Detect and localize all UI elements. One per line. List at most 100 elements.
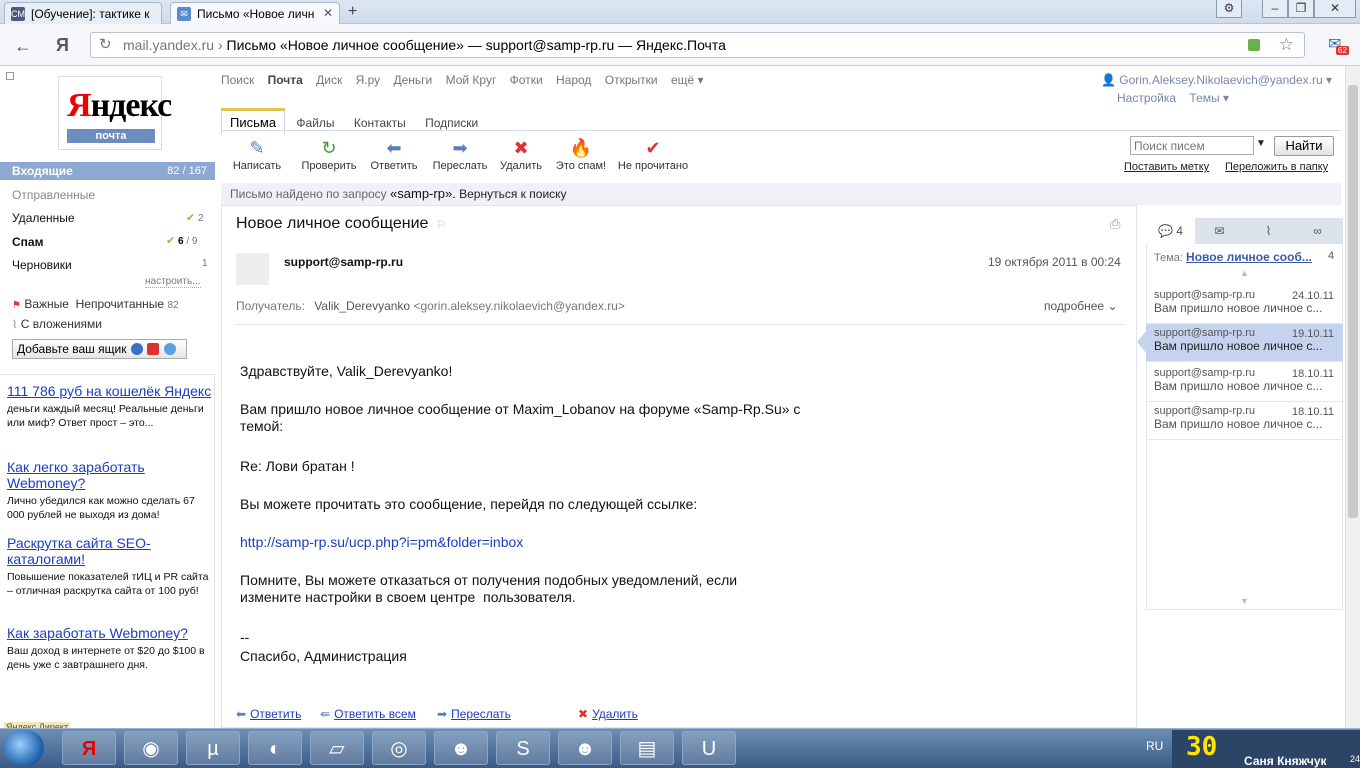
new-tab-button[interactable]: + bbox=[348, 3, 357, 21]
account-menu[interactable]: 👤 Gorin.Aleksey.Nikolaevich@yandex.ru ▾ bbox=[1101, 73, 1332, 87]
details-link[interactable]: подробнее ⌄ bbox=[1044, 299, 1118, 313]
find-button[interactable]: Найти bbox=[1274, 136, 1334, 156]
clean-icon[interactable]: ✔ bbox=[186, 212, 195, 224]
ad-text: Повышение показателей тИЦ и PR сайта – о… bbox=[7, 571, 209, 597]
nav-fotki[interactable]: Фотки bbox=[510, 73, 543, 87]
disc-taskbar-icon[interactable]: ◎ bbox=[372, 731, 426, 765]
add-mailbox-button[interactable]: Добавьте ваш ящик bbox=[12, 339, 187, 359]
nav-money[interactable]: Деньги bbox=[393, 73, 432, 87]
folder-drafts[interactable]: Черновики bbox=[12, 258, 72, 272]
nav-mail[interactable]: Почта bbox=[268, 73, 303, 87]
label-unread[interactable]: Непрочитанные bbox=[76, 297, 164, 311]
move-to-folder-link[interactable]: Переложить в папку bbox=[1225, 161, 1328, 173]
flag-icon: ⚑ bbox=[12, 300, 21, 311]
tab-sender-mail[interactable]: ✉ bbox=[1195, 218, 1244, 244]
label-link[interactable]: Поставить метку bbox=[1124, 161, 1209, 173]
nav-yaru[interactable]: Я.ру bbox=[356, 73, 381, 87]
yandex-logo[interactable]: Яндекс почта bbox=[58, 76, 172, 150]
close-window-button[interactable]: ✕ bbox=[1314, 0, 1356, 18]
search-input[interactable] bbox=[1130, 136, 1254, 155]
nav-disk[interactable]: Диск bbox=[316, 73, 342, 87]
topic-count: 4 bbox=[1328, 250, 1335, 262]
compose-button[interactable]: ✎ Написать bbox=[224, 138, 290, 172]
game-taskbar-icon[interactable]: ☻ bbox=[434, 731, 488, 765]
notepad-taskbar-icon[interactable]: ▱ bbox=[310, 731, 364, 765]
browser-tab-training[interactable]: СМ [Обучение]: тактике к bbox=[4, 2, 162, 24]
nav-search[interactable]: Поиск bbox=[221, 73, 254, 87]
reply-icon: ⬅ bbox=[236, 707, 247, 721]
mail-extension-icon[interactable]: ✉ 62 bbox=[1328, 34, 1350, 56]
account-email[interactable]: Gorin.Aleksey.Nikolaevich@yandex.ru ▾ bbox=[1119, 73, 1332, 87]
themes-link[interactable]: Темы ▾ bbox=[1189, 91, 1229, 105]
chrome-taskbar-icon[interactable]: ◉ bbox=[124, 731, 178, 765]
reply-all-action[interactable]: ⇚ Ответить всем bbox=[320, 707, 416, 721]
uplay-taskbar-icon[interactable]: U bbox=[682, 731, 736, 765]
minimize-button[interactable]: – bbox=[1262, 0, 1288, 18]
scrollbar-thumb[interactable] bbox=[1348, 85, 1358, 518]
ad-title[interactable]: Раскрутка сайта SEO-каталогами! bbox=[7, 535, 212, 567]
check-button[interactable]: ↻ Проверить bbox=[296, 138, 362, 172]
browser-tab-mail[interactable]: ✉ Письмо «Новое личн ✕ bbox=[170, 2, 340, 24]
bookmark-star-icon[interactable]: ☆ bbox=[1279, 33, 1294, 57]
nav-more[interactable]: ещё ▾ bbox=[671, 73, 704, 87]
delete-button[interactable]: ✖ Удалить bbox=[488, 138, 554, 172]
yandex-browser-icon[interactable]: Я bbox=[56, 35, 69, 56]
thread-item-selected[interactable]: support@samp-rp.ru 19.10.11 Вам пришло н… bbox=[1146, 324, 1343, 362]
folder-sent[interactable]: Отправленные bbox=[12, 188, 95, 202]
search-dropdown-icon[interactable]: ▼ bbox=[1256, 138, 1266, 149]
sender-address[interactable]: support@samp-rp.ru bbox=[284, 255, 403, 269]
nav-cards[interactable]: Открытки bbox=[605, 73, 658, 87]
thread-item[interactable]: support@samp-rp.ru 18.10.11 Вам пришло н… bbox=[1146, 402, 1343, 440]
start-button[interactable] bbox=[4, 730, 44, 766]
reply-button[interactable]: ⬅ Ответить bbox=[361, 138, 427, 172]
tab-attachments[interactable]: ⌇ bbox=[1244, 218, 1293, 244]
label-attachments[interactable]: С вложениями bbox=[21, 317, 102, 331]
folder-spam[interactable]: Спам bbox=[12, 235, 43, 249]
settings-link[interactable]: Настройка bbox=[1117, 91, 1176, 105]
scroll-down-icon[interactable]: ▼ bbox=[1240, 596, 1249, 606]
message-link[interactable]: http://samp-rp.su/ucp.php?i=pm&folder=in… bbox=[240, 534, 523, 550]
scroll-up-icon[interactable]: ▲ bbox=[1240, 268, 1249, 278]
print-icon[interactable]: ⎙ bbox=[1110, 216, 1120, 232]
reload-icon[interactable]: ↻ bbox=[99, 33, 112, 57]
thread-item[interactable]: support@samp-rp.ru 24.10.11 Вам пришло н… bbox=[1146, 286, 1343, 324]
collapse-toggle[interactable] bbox=[6, 72, 14, 80]
forward-button[interactable]: ➡ Переслать bbox=[427, 138, 493, 172]
language-indicator[interactable]: RU bbox=[1146, 739, 1163, 753]
tab-thread[interactable]: 💬 4 bbox=[1146, 218, 1195, 244]
reply-action[interactable]: ⬅ Ответить bbox=[236, 707, 301, 721]
settings-icon[interactable]: ⚙ bbox=[1216, 0, 1242, 18]
back-to-search-link[interactable]: Вернуться к поиску bbox=[459, 187, 566, 201]
mail-icon: ✉ bbox=[177, 7, 191, 21]
flag-icon[interactable]: ⚐ bbox=[436, 219, 446, 231]
tab-links[interactable]: ∞ bbox=[1293, 218, 1342, 244]
forward-action[interactable]: ➡ Переслать bbox=[437, 707, 511, 721]
spam-button[interactable]: 🔥 Это спам! bbox=[548, 138, 614, 172]
thread-item[interactable]: support@samp-rp.ru 18.10.11 Вам пришло н… bbox=[1146, 364, 1343, 402]
game2-taskbar-icon[interactable]: ☻ bbox=[558, 731, 612, 765]
folder-inbox[interactable]: Входящие 82 / 167 bbox=[0, 162, 215, 180]
restore-button[interactable]: ❐ bbox=[1288, 0, 1314, 18]
app-taskbar-icon[interactable]: ◐ bbox=[248, 731, 302, 765]
setup-folders-link[interactable]: настроить... bbox=[145, 276, 201, 288]
winrar-taskbar-icon[interactable]: ▤ bbox=[620, 731, 674, 765]
nav-moikrug[interactable]: Мой Круг bbox=[446, 73, 497, 87]
unread-button[interactable]: ✔ Не прочитано bbox=[617, 138, 689, 172]
body-line4: Помните, Вы можете отказаться от получен… bbox=[240, 572, 738, 605]
recipient-name[interactable]: Valik_Derevyanko bbox=[314, 299, 410, 313]
utorrent-taskbar-icon[interactable]: µ bbox=[186, 731, 240, 765]
ad-title[interactable]: 111 786 руб на кошелёк Яндекс bbox=[7, 383, 212, 399]
ad-title[interactable]: Как легко заработать Webmoney? bbox=[7, 459, 212, 491]
skype-taskbar-icon[interactable]: S bbox=[496, 731, 550, 765]
folder-deleted[interactable]: Удаленные bbox=[12, 211, 75, 225]
ad-title[interactable]: Как заработать Webmoney? bbox=[7, 625, 212, 641]
delete-action[interactable]: ✖ Удалить bbox=[578, 707, 638, 721]
close-tab-icon[interactable]: ✕ bbox=[323, 6, 333, 20]
yandex-browser-taskbar-icon[interactable]: Я bbox=[62, 731, 116, 765]
clean-icon[interactable]: ✔ bbox=[166, 235, 175, 247]
label-important[interactable]: Важные bbox=[24, 297, 69, 311]
topic-value[interactable]: Новое личное сооб... bbox=[1186, 250, 1312, 264]
url-bar[interactable]: ↻ mail.yandex.ru › Письмо «Новое личное … bbox=[90, 32, 1305, 58]
back-icon[interactable]: ← bbox=[14, 36, 32, 57]
nav-narod[interactable]: Народ bbox=[556, 73, 591, 87]
